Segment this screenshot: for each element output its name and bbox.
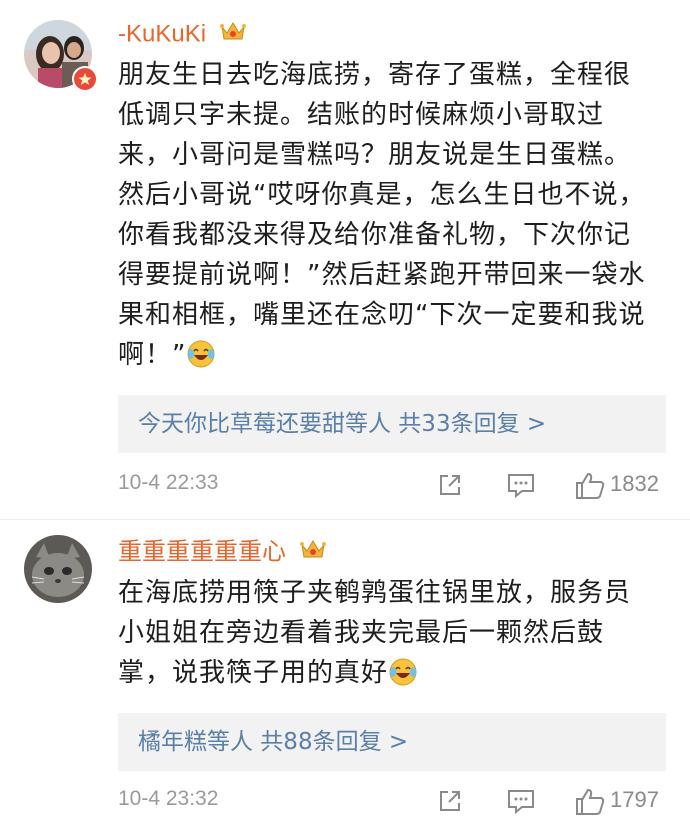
like-count: 1797 (610, 787, 659, 812)
comment-text: 朋友生日去吃海底捞，寄存了蛋糕，全程很 低调只字未提。结账的时候麻烦小哥取过 来… (118, 55, 658, 381)
comment-icon[interactable] (506, 471, 536, 503)
like-count: 1832 (610, 471, 659, 496)
comment-text: 在海底捞用筷子夹鹌鹑蛋往锅里放，服务员 小姐姐在旁边看着我夹完最后一颗然后鼓 掌… (118, 573, 658, 699)
reply-summary[interactable]: 橘年糕等人 共88条回复 > (118, 713, 666, 771)
comment-time: 10-4 23:32 (118, 787, 219, 810)
avatar[interactable] (24, 535, 92, 603)
comment-meta: 10-4 22:33 1832 (118, 467, 678, 507)
crown-badge-icon (219, 19, 247, 51)
comment-item: 重重重重重重心 在海底捞用筷子夹鹌鹑蛋往锅里放，服务员 小姐姐在旁边看着我夹完最… (0, 521, 690, 839)
verified-badge-icon (72, 66, 98, 92)
laugh-cry-emoji-icon (388, 657, 418, 699)
comment-item: -KuKuKi 朋友生日去吃海底捞，寄存了蛋糕，全程很 低调只字未提。结账的时候… (0, 0, 690, 519)
comment-divider (0, 519, 690, 520)
username[interactable]: -KuKuKi (118, 19, 247, 51)
username[interactable]: 重重重重重重心 (118, 537, 327, 569)
comment-meta: 10-4 23:32 1797 (118, 783, 678, 823)
crown-badge-icon (299, 537, 327, 569)
comment-time: 10-4 22:33 (118, 471, 219, 494)
share-icon[interactable] (436, 471, 464, 503)
like-thumb-icon[interactable] (574, 471, 606, 505)
laugh-cry-emoji-icon (186, 339, 216, 381)
comment-icon[interactable] (506, 787, 536, 819)
like-thumb-icon[interactable] (574, 787, 606, 821)
reply-summary[interactable]: 今天你比草莓还要甜等人 共33条回复 > (118, 395, 666, 453)
share-icon[interactable] (436, 787, 464, 819)
